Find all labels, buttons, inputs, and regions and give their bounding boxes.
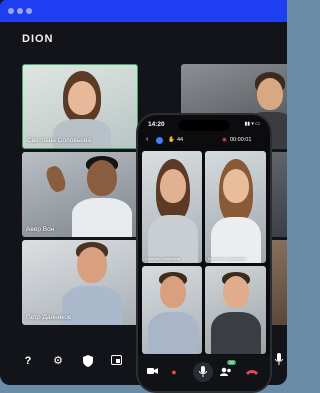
video-tile-3[interactable]: Авер Вон bbox=[22, 152, 138, 237]
participant-count: 44 bbox=[177, 137, 184, 143]
microphone-button[interactable] bbox=[193, 362, 213, 382]
settings-icon[interactable]: ⚙ bbox=[51, 355, 65, 367]
phone-device: 14:20 ▮▮ ▾ ▭ ‹ ✋ 44 ◉ 00:00:01 Айгерим И… bbox=[136, 113, 272, 393]
participant-video bbox=[62, 242, 122, 325]
phone-call-header: ‹ ✋ 44 ◉ 00:00:01 bbox=[144, 135, 264, 147]
participants-badge: 20 bbox=[227, 360, 237, 365]
camera-icon[interactable] bbox=[146, 367, 158, 377]
shield-badge-icon bbox=[156, 137, 163, 144]
help-icon[interactable]: ? bbox=[21, 355, 35, 367]
participant-video bbox=[148, 159, 198, 263]
app-logo: DION bbox=[22, 33, 54, 45]
participant-name: Светлана Соловьева bbox=[27, 137, 91, 144]
status-icons: ▮▮ ▾ ▭ bbox=[244, 121, 260, 127]
hangup-icon[interactable] bbox=[246, 367, 258, 377]
participant-video bbox=[72, 156, 132, 237]
record-toggle-icon[interactable]: ● bbox=[168, 367, 180, 377]
phone-video-tile-1[interactable]: Айгерим Ивановна bbox=[142, 151, 202, 263]
participants-icon[interactable]: ✋ bbox=[168, 137, 175, 143]
window-minimize-dot[interactable] bbox=[17, 8, 23, 14]
phone-video-tile-2[interactable]: Кристина Ашманова bbox=[205, 151, 266, 263]
phone-notch bbox=[179, 120, 229, 131]
record-icon: ◉ bbox=[222, 137, 227, 143]
status-time: 14:20 bbox=[148, 121, 165, 128]
raised-hand bbox=[44, 164, 68, 194]
participant-video bbox=[211, 159, 261, 263]
phone-video-tile-4[interactable] bbox=[205, 266, 266, 354]
participant-name: Петр Данников bbox=[26, 314, 72, 321]
video-tile-5[interactable]: Петр Данников bbox=[22, 240, 138, 325]
shield-icon[interactable] bbox=[81, 355, 95, 370]
participant-video bbox=[148, 272, 198, 354]
phone-video-tile-3[interactable] bbox=[142, 266, 202, 354]
call-timer: 00:00:01 bbox=[230, 137, 252, 143]
back-icon[interactable]: ‹ bbox=[146, 136, 148, 143]
video-tile-1[interactable]: Светлана Соловьева bbox=[22, 64, 138, 149]
participant-name: Айгерим Ивановна bbox=[145, 256, 180, 261]
window-maximize-dot[interactable] bbox=[26, 8, 32, 14]
participant-name: Авер Вон bbox=[26, 226, 55, 233]
phone-control-bar: ● 20 bbox=[138, 355, 270, 391]
participant-video bbox=[211, 272, 261, 354]
participants-list-icon[interactable] bbox=[220, 367, 232, 378]
microphone-icon[interactable] bbox=[272, 353, 286, 369]
window-close-dot[interactable] bbox=[8, 8, 14, 14]
participant-name: Кристина Ашманова bbox=[208, 256, 246, 261]
title-bar bbox=[0, 0, 287, 22]
layout-icon[interactable] bbox=[109, 355, 123, 368]
